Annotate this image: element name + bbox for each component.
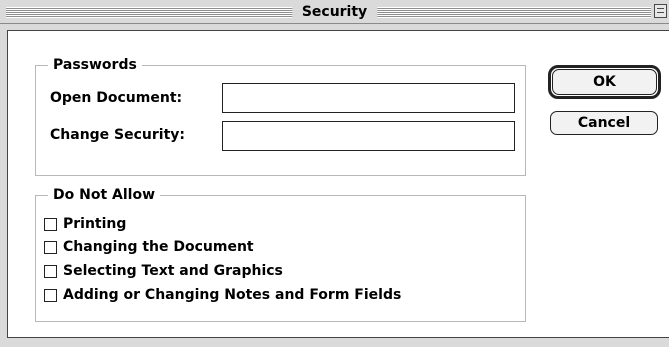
adding-notes-checkbox-row[interactable]: Adding or Changing Notes and Form Fields xyxy=(44,286,401,304)
window-title: Security xyxy=(291,3,378,21)
security-dialog: Security Passwords Open Document: Change… xyxy=(0,0,669,347)
adding-notes-checkbox[interactable] xyxy=(44,288,57,302)
do-not-allow-legend: Do Not Allow xyxy=(48,186,160,204)
passwords-legend: Passwords xyxy=(48,56,142,74)
printing-checkbox-label: Printing xyxy=(63,216,127,232)
change-security-label: Change Security: xyxy=(50,127,186,143)
changing-document-checkbox-row[interactable]: Changing the Document xyxy=(44,238,254,256)
title-bar[interactable]: Security xyxy=(0,0,669,24)
window-frame-left xyxy=(0,24,7,347)
adding-notes-checkbox-label: Adding or Changing Notes and Form Fields xyxy=(63,287,402,303)
selecting-text-checkbox-label: Selecting Text and Graphics xyxy=(63,263,283,279)
cancel-button[interactable]: Cancel xyxy=(550,111,658,135)
selecting-text-checkbox[interactable] xyxy=(44,264,57,278)
window-collapse-icon[interactable] xyxy=(654,4,667,18)
window-frame-bottom xyxy=(0,338,669,347)
printing-checkbox[interactable] xyxy=(44,217,57,231)
printing-checkbox-row[interactable]: Printing xyxy=(44,215,126,233)
open-document-password-field[interactable] xyxy=(222,83,515,113)
ok-button[interactable]: OK xyxy=(552,69,657,95)
change-security-password-field[interactable] xyxy=(222,121,515,151)
changing-document-checkbox-label: Changing the Document xyxy=(63,239,254,255)
open-document-label: Open Document: xyxy=(50,90,183,106)
changing-document-checkbox[interactable] xyxy=(44,240,57,254)
selecting-text-checkbox-row[interactable]: Selecting Text and Graphics xyxy=(44,262,283,280)
